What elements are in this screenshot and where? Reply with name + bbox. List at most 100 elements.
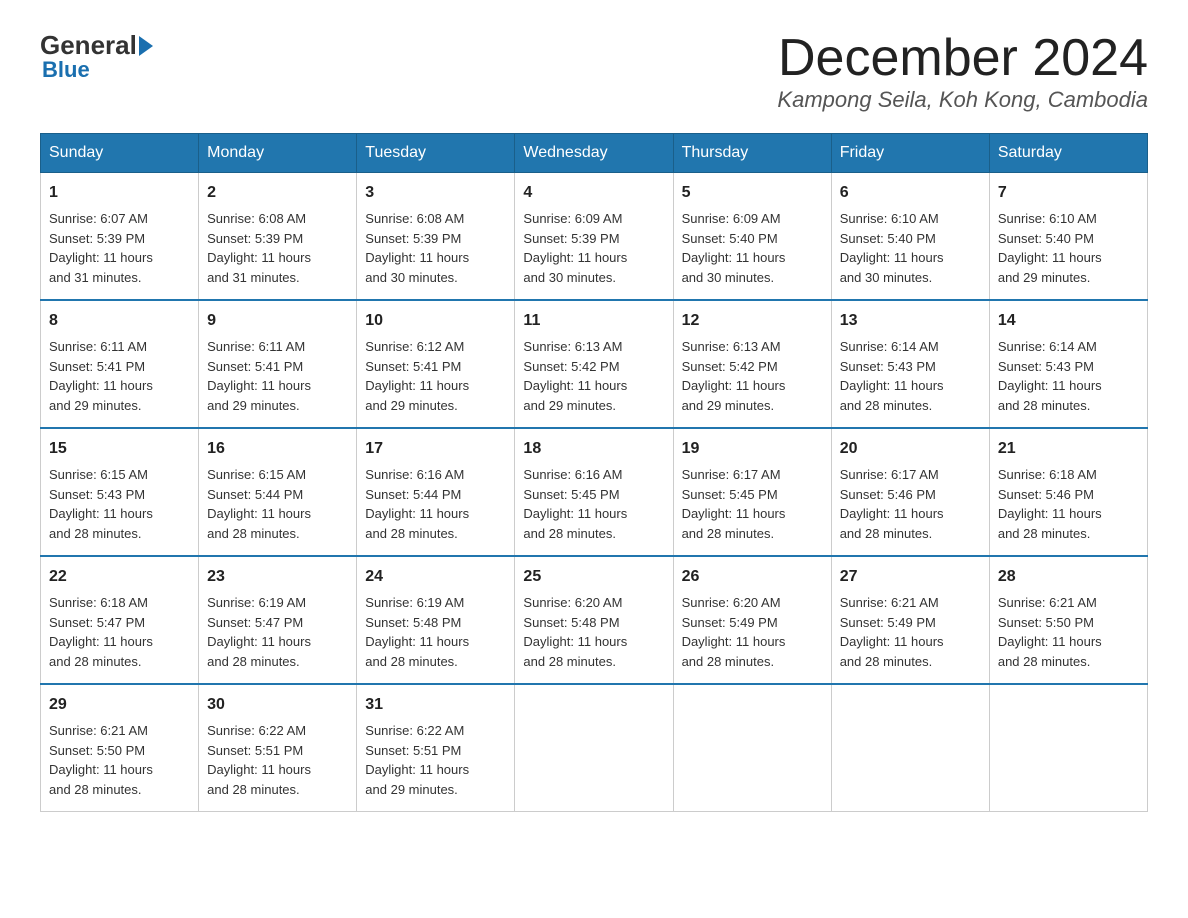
calendar-cell: 29 Sunrise: 6:21 AMSunset: 5:50 PMDayligh… <box>41 684 199 812</box>
calendar-cell: 18 Sunrise: 6:16 AMSunset: 5:45 PMDayligh… <box>515 428 673 556</box>
day-number: 24 <box>365 565 506 589</box>
day-number: 26 <box>682 565 823 589</box>
calendar-cell: 24 Sunrise: 6:19 AMSunset: 5:48 PMDayligh… <box>357 556 515 684</box>
header-day-friday: Friday <box>831 134 989 173</box>
calendar-cell <box>831 684 989 812</box>
calendar-cell: 10 Sunrise: 6:12 AMSunset: 5:41 PMDayligh… <box>357 300 515 428</box>
calendar-cell: 19 Sunrise: 6:17 AMSunset: 5:45 PMDayligh… <box>673 428 831 556</box>
calendar-cell: 20 Sunrise: 6:17 AMSunset: 5:46 PMDayligh… <box>831 428 989 556</box>
day-number: 29 <box>49 693 190 717</box>
calendar-cell: 21 Sunrise: 6:18 AMSunset: 5:46 PMDayligh… <box>989 428 1147 556</box>
week-row-1: 1 Sunrise: 6:07 AMSunset: 5:39 PMDaylight… <box>41 173 1148 301</box>
day-number: 10 <box>365 309 506 333</box>
header-day-monday: Monday <box>199 134 357 173</box>
calendar-cell: 11Sunrise: 6:13 AMSunset: 5:42 PMDayligh… <box>515 300 673 428</box>
calendar-title: December 2024 <box>777 30 1148 87</box>
day-info: Sunrise: 6:18 AMSunset: 5:47 PMDaylight:… <box>49 593 190 671</box>
day-number: 3 <box>365 181 506 205</box>
day-number: 6 <box>840 181 981 205</box>
day-info: Sunrise: 6:15 AMSunset: 5:44 PMDaylight:… <box>207 465 348 543</box>
day-info: Sunrise: 6:19 AMSunset: 5:48 PMDaylight:… <box>365 593 506 671</box>
day-info: Sunrise: 6:21 AMSunset: 5:50 PMDaylight:… <box>49 721 190 799</box>
day-info: Sunrise: 6:17 AMSunset: 5:45 PMDaylight:… <box>682 465 823 543</box>
day-number: 17 <box>365 437 506 461</box>
day-info: Sunrise: 6:14 AMSunset: 5:43 PMDaylight:… <box>998 337 1139 415</box>
calendar-table: SundayMondayTuesdayWednesdayThursdayFrid… <box>40 133 1148 812</box>
day-number: 27 <box>840 565 981 589</box>
day-number: 9 <box>207 309 348 333</box>
calendar-cell: 22 Sunrise: 6:18 AMSunset: 5:47 PMDayligh… <box>41 556 199 684</box>
logo-arrow-icon <box>139 36 153 56</box>
day-info: Sunrise: 6:16 AMSunset: 5:45 PMDaylight:… <box>523 465 664 543</box>
day-info: Sunrise: 6:22 AMSunset: 5:51 PMDaylight:… <box>207 721 348 799</box>
calendar-cell: 25 Sunrise: 6:20 AMSunset: 5:48 PMDayligh… <box>515 556 673 684</box>
day-info: Sunrise: 6:17 AMSunset: 5:46 PMDaylight:… <box>840 465 981 543</box>
calendar-cell: 6Sunrise: 6:10 AMSunset: 5:40 PMDaylight… <box>831 173 989 301</box>
calendar-cell <box>515 684 673 812</box>
calendar-cell: 7 Sunrise: 6:10 AMSunset: 5:40 PMDaylight… <box>989 173 1147 301</box>
day-info: Sunrise: 6:09 AMSunset: 5:40 PMDaylight:… <box>682 209 823 287</box>
day-number: 18 <box>523 437 664 461</box>
calendar-cell: 23 Sunrise: 6:19 AMSunset: 5:47 PMDayligh… <box>199 556 357 684</box>
day-number: 4 <box>523 181 664 205</box>
calendar-cell: 3Sunrise: 6:08 AMSunset: 5:39 PMDaylight… <box>357 173 515 301</box>
day-number: 23 <box>207 565 348 589</box>
day-number: 14 <box>998 309 1139 333</box>
day-info: Sunrise: 6:14 AMSunset: 5:43 PMDaylight:… <box>840 337 981 415</box>
calendar-cell: 9 Sunrise: 6:11 AMSunset: 5:41 PMDaylight… <box>199 300 357 428</box>
day-number: 1 <box>49 181 190 205</box>
day-number: 12 <box>682 309 823 333</box>
week-row-3: 15 Sunrise: 6:15 AMSunset: 5:43 PMDayligh… <box>41 428 1148 556</box>
day-number: 8 <box>49 309 190 333</box>
day-info: Sunrise: 6:16 AMSunset: 5:44 PMDaylight:… <box>365 465 506 543</box>
day-info: Sunrise: 6:18 AMSunset: 5:46 PMDaylight:… <box>998 465 1139 543</box>
day-number: 15 <box>49 437 190 461</box>
day-number: 16 <box>207 437 348 461</box>
header-day-saturday: Saturday <box>989 134 1147 173</box>
day-info: Sunrise: 6:19 AMSunset: 5:47 PMDaylight:… <box>207 593 348 671</box>
day-number: 28 <box>998 565 1139 589</box>
day-number: 11 <box>523 309 664 333</box>
day-info: Sunrise: 6:12 AMSunset: 5:41 PMDaylight:… <box>365 337 506 415</box>
calendar-cell: 15 Sunrise: 6:15 AMSunset: 5:43 PMDayligh… <box>41 428 199 556</box>
day-number: 7 <box>998 181 1139 205</box>
day-number: 25 <box>523 565 664 589</box>
calendar-cell: 5Sunrise: 6:09 AMSunset: 5:40 PMDaylight… <box>673 173 831 301</box>
day-info: Sunrise: 6:21 AMSunset: 5:49 PMDaylight:… <box>840 593 981 671</box>
day-number: 19 <box>682 437 823 461</box>
day-info: Sunrise: 6:20 AMSunset: 5:49 PMDaylight:… <box>682 593 823 671</box>
week-row-4: 22 Sunrise: 6:18 AMSunset: 5:47 PMDayligh… <box>41 556 1148 684</box>
day-info: Sunrise: 6:13 AMSunset: 5:42 PMDaylight:… <box>682 337 823 415</box>
header-day-tuesday: Tuesday <box>357 134 515 173</box>
title-area: December 2024 Kampong Seila, Koh Kong, C… <box>777 30 1148 113</box>
calendar-cell: 4Sunrise: 6:09 AMSunset: 5:39 PMDaylight… <box>515 173 673 301</box>
day-number: 20 <box>840 437 981 461</box>
calendar-cell: 2Sunrise: 6:08 AMSunset: 5:39 PMDaylight… <box>199 173 357 301</box>
logo-blue-text: Blue <box>40 57 90 83</box>
day-info: Sunrise: 6:07 AMSunset: 5:39 PMDaylight:… <box>49 209 190 287</box>
calendar-cell: 12 Sunrise: 6:13 AMSunset: 5:42 PMDayligh… <box>673 300 831 428</box>
calendar-cell: 28 Sunrise: 6:21 AMSunset: 5:50 PMDayligh… <box>989 556 1147 684</box>
header-day-wednesday: Wednesday <box>515 134 673 173</box>
week-row-2: 8 Sunrise: 6:11 AMSunset: 5:41 PMDaylight… <box>41 300 1148 428</box>
day-number: 30 <box>207 693 348 717</box>
day-info: Sunrise: 6:10 AMSunset: 5:40 PMDaylight:… <box>998 209 1139 287</box>
day-number: 22 <box>49 565 190 589</box>
logo: General Blue <box>40 30 155 83</box>
day-info: Sunrise: 6:11 AMSunset: 5:41 PMDaylight:… <box>207 337 348 415</box>
day-info: Sunrise: 6:08 AMSunset: 5:39 PMDaylight:… <box>207 209 348 287</box>
day-info: Sunrise: 6:11 AMSunset: 5:41 PMDaylight:… <box>49 337 190 415</box>
calendar-cell: 17 Sunrise: 6:16 AMSunset: 5:44 PMDayligh… <box>357 428 515 556</box>
calendar-cell: 8 Sunrise: 6:11 AMSunset: 5:41 PMDaylight… <box>41 300 199 428</box>
day-info: Sunrise: 6:20 AMSunset: 5:48 PMDaylight:… <box>523 593 664 671</box>
day-info: Sunrise: 6:21 AMSunset: 5:50 PMDaylight:… <box>998 593 1139 671</box>
day-number: 21 <box>998 437 1139 461</box>
day-info: Sunrise: 6:22 AMSunset: 5:51 PMDaylight:… <box>365 721 506 799</box>
calendar-cell <box>673 684 831 812</box>
calendar-cell: 26 Sunrise: 6:20 AMSunset: 5:49 PMDayligh… <box>673 556 831 684</box>
calendar-cell <box>989 684 1147 812</box>
day-info: Sunrise: 6:15 AMSunset: 5:43 PMDaylight:… <box>49 465 190 543</box>
day-number: 31 <box>365 693 506 717</box>
day-number: 13 <box>840 309 981 333</box>
page-header: General Blue December 2024 Kampong Seila… <box>40 30 1148 113</box>
